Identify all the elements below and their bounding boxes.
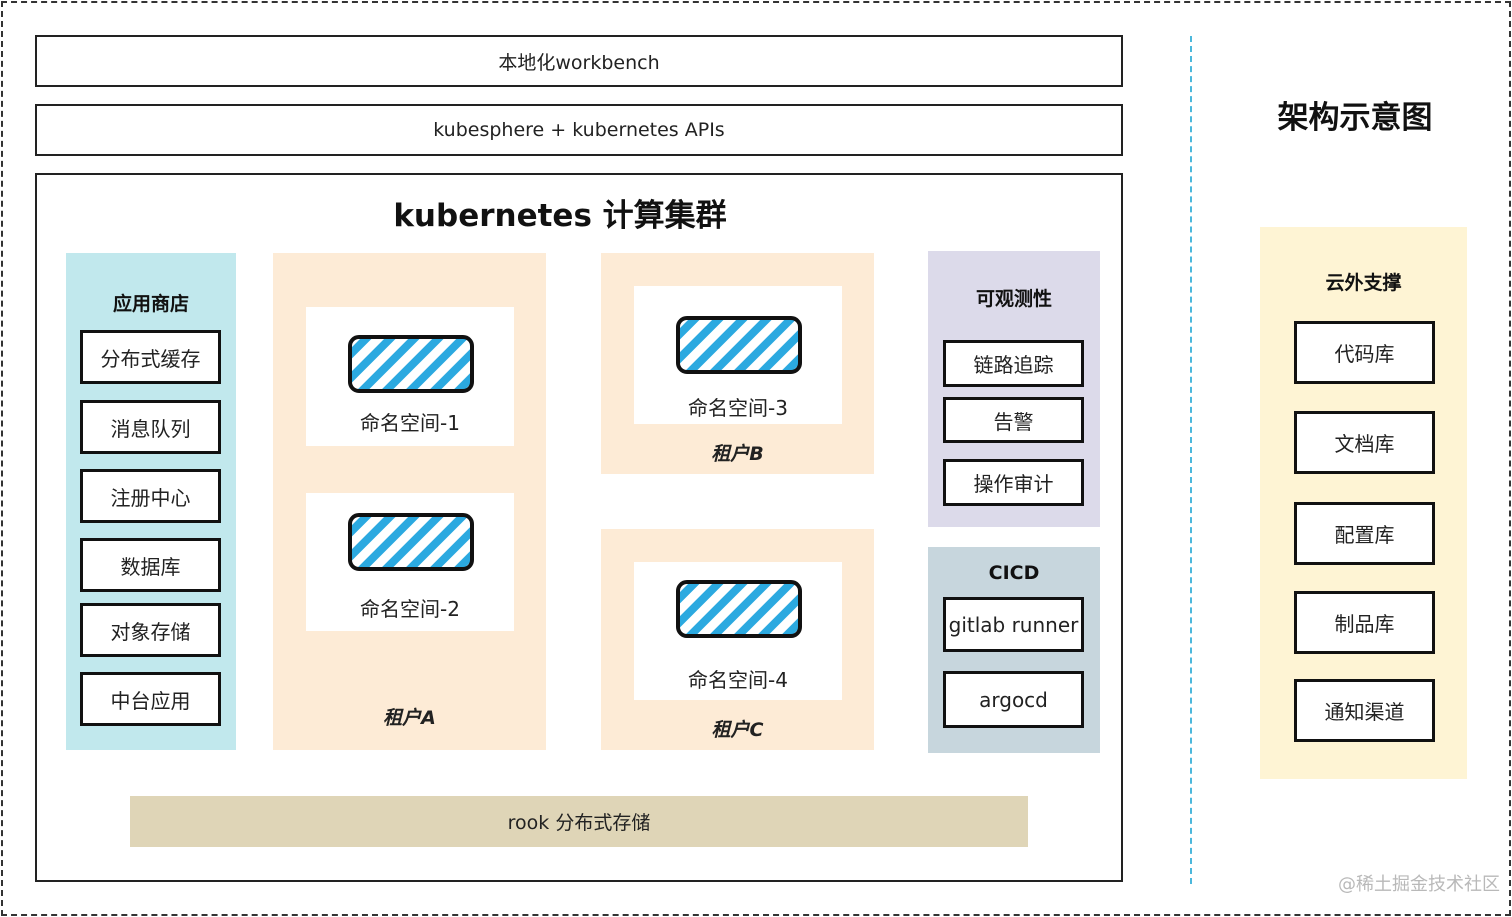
app-store-item-label: 中台应用 (110, 688, 191, 713)
cicd-item-label: gitlab runner (948, 612, 1079, 637)
namespace-label: 命名空间-4 (688, 668, 788, 692)
cloud-support-item-label: 代码库 (1334, 342, 1395, 366)
app-store-item-label: 分布式缓存 (100, 346, 201, 371)
app-store-title: 应用商店 (112, 293, 189, 315)
observability-item: 告警 (943, 397, 1084, 443)
cloud-support-item: 代码库 (1294, 321, 1435, 384)
cloud-support-item-label: 制品库 (1334, 612, 1395, 636)
apis-label: kubesphere + kubernetes APIs (433, 119, 725, 141)
namespace-card: 命名空间-4 (634, 562, 842, 700)
observability-item-label: 告警 (993, 409, 1034, 434)
cicd-item-label: argocd (979, 687, 1048, 712)
app-store-item: 中台应用 (80, 672, 221, 726)
app-store-item: 分布式缓存 (80, 330, 221, 384)
tenant-label: 租户B (711, 443, 764, 465)
observability-item-label: 操作审计 (973, 472, 1054, 496)
cloud-support-item-label: 配置库 (1334, 523, 1395, 547)
watermark: @稀土掘金技术社区 (1338, 874, 1500, 895)
namespace-icon (348, 335, 474, 393)
app-store-item-label: 数据库 (120, 554, 181, 579)
namespace-label: 命名空间-1 (360, 411, 460, 435)
namespace-card: 命名空间-2 (306, 493, 514, 631)
cluster-title: kubernetes 计算集群 (393, 198, 727, 234)
cloud-support-title: 云外支撑 (1325, 272, 1402, 294)
namespace-card: 命名空间-3 (634, 286, 842, 424)
app-store-item: 注册中心 (80, 469, 221, 523)
observability-title: 可观测性 (975, 288, 1052, 310)
cloud-support-item: 通知渠道 (1294, 679, 1435, 742)
cicd-item: gitlab runner (943, 597, 1084, 652)
namespace-icon (348, 513, 474, 571)
cicd-title: CICD (988, 562, 1040, 584)
rook-storage-bar: rook 分布式存储 (130, 796, 1028, 847)
cicd-item: argocd (943, 671, 1084, 728)
divider-line (1190, 36, 1192, 884)
app-store-item-label: 注册中心 (110, 485, 191, 510)
observability-item: 链路追踪 (943, 340, 1084, 387)
app-store-item: 对象存储 (80, 603, 221, 657)
cloud-support-item: 配置库 (1294, 502, 1435, 565)
tenant-label: 租户A (383, 707, 436, 729)
rook-storage-label: rook 分布式存储 (507, 812, 651, 834)
app-store-item: 数据库 (80, 538, 221, 592)
tenant-label: 租户C (711, 719, 764, 741)
namespace-icon (676, 580, 802, 638)
namespace-card: 命名空间-1 (306, 307, 514, 446)
workbench-label: 本地化workbench (498, 51, 660, 74)
app-store-item-label: 消息队列 (110, 416, 191, 441)
observability-item: 操作审计 (943, 459, 1084, 506)
namespace-icon (676, 316, 802, 374)
cloud-support-item-label: 通知渠道 (1324, 700, 1405, 724)
apis-bar: kubesphere + kubernetes APIs (35, 104, 1123, 156)
namespace-label: 命名空间-2 (360, 597, 460, 621)
observability-item-label: 链路追踪 (973, 353, 1054, 377)
architecture-title: 架构示意图 (1277, 100, 1433, 136)
cloud-support-item: 文档库 (1294, 411, 1435, 474)
app-store-item-label: 对象存储 (110, 619, 191, 644)
cloud-support-item: 制品库 (1294, 591, 1435, 654)
app-store-item: 消息队列 (80, 400, 221, 454)
workbench-bar: 本地化workbench (35, 35, 1123, 87)
namespace-label: 命名空间-3 (688, 396, 788, 420)
cloud-support-item-label: 文档库 (1334, 432, 1395, 456)
